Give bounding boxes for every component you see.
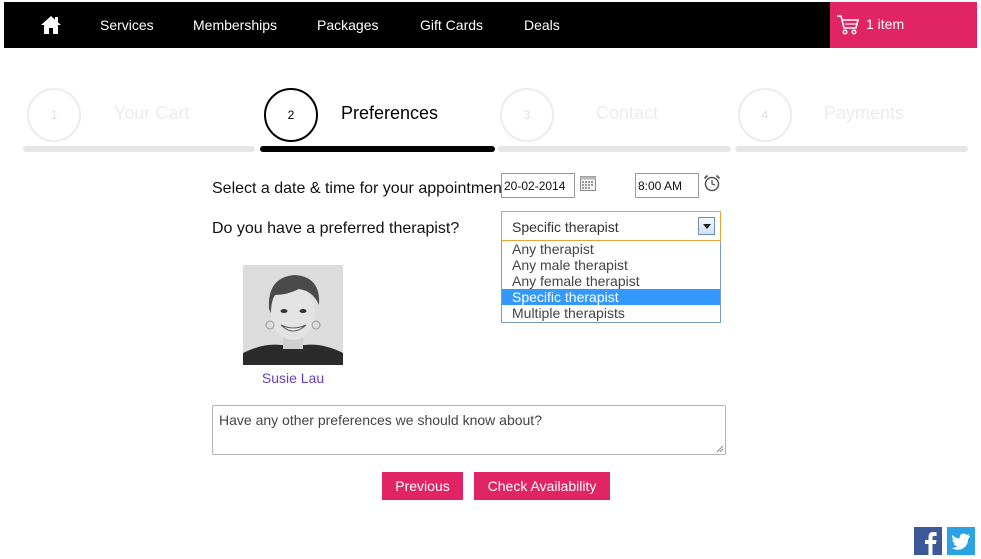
cart-count: 1 item bbox=[866, 16, 905, 32]
previous-button[interactable]: Previous bbox=[382, 472, 463, 500]
date-time-question: Select a date & time for your appointmen… bbox=[212, 180, 507, 197]
portrait-image bbox=[243, 265, 343, 365]
step-bar bbox=[260, 146, 495, 152]
facebook-icon[interactable] bbox=[914, 527, 942, 555]
step-contact: 3 Contact bbox=[498, 86, 731, 152]
check-availability-button[interactable]: Check Availability bbox=[474, 472, 610, 500]
therapist-name-link[interactable]: Susie Lau bbox=[243, 370, 343, 386]
option-specific-therapist[interactable]: Specific therapist bbox=[502, 289, 720, 305]
option-any-therapist[interactable]: Any therapist bbox=[502, 241, 720, 257]
option-any-male-therapist[interactable]: Any male therapist bbox=[502, 257, 720, 273]
step-label: Preferences bbox=[341, 103, 439, 123]
step-number: 4 bbox=[738, 88, 792, 142]
time-field[interactable] bbox=[635, 173, 699, 198]
therapist-select[interactable]: Specific therapist bbox=[501, 211, 721, 241]
nav-deals[interactable]: Deals bbox=[524, 17, 560, 33]
chevron-down-icon[interactable] bbox=[698, 217, 715, 235]
therapist-select-value: Specific therapist bbox=[512, 219, 619, 235]
step-bar bbox=[498, 146, 731, 152]
therapist-dropdown-list: Any therapist Any male therapist Any fem… bbox=[501, 241, 721, 323]
step-number: 1 bbox=[27, 88, 81, 142]
top-navigation: Services Memberships Packages Gift Cards… bbox=[4, 2, 977, 48]
twitter-icon[interactable] bbox=[947, 527, 975, 555]
alarm-clock-icon[interactable] bbox=[703, 174, 721, 192]
step-number: 2 bbox=[264, 88, 318, 142]
date-field[interactable] bbox=[501, 173, 575, 198]
nav-memberships[interactable]: Memberships bbox=[193, 17, 277, 33]
nav-packages[interactable]: Packages bbox=[317, 17, 378, 33]
option-any-female-therapist[interactable]: Any female therapist bbox=[502, 273, 720, 289]
option-multiple-therapists[interactable]: Multiple therapists bbox=[502, 305, 720, 321]
step-payments: 4 Payments bbox=[735, 86, 968, 152]
step-your-cart: 1 Your Cart bbox=[23, 86, 255, 152]
step-preferences: 2 Preferences bbox=[260, 86, 495, 152]
nav-gift-cards[interactable]: Gift Cards bbox=[420, 17, 483, 33]
home-icon[interactable] bbox=[40, 15, 62, 35]
therapist-photo[interactable] bbox=[243, 265, 343, 365]
step-label: Payments bbox=[824, 103, 905, 123]
step-label: Contact bbox=[596, 103, 659, 123]
preferences-textarea[interactable] bbox=[212, 405, 726, 455]
cart-button[interactable]: 1 item bbox=[830, 2, 977, 48]
cart-icon bbox=[837, 15, 860, 35]
step-bar bbox=[735, 146, 968, 152]
therapist-question: Do you have a preferred therapist? bbox=[212, 220, 460, 237]
nav-services[interactable]: Services bbox=[100, 17, 154, 33]
step-number: 3 bbox=[500, 88, 554, 142]
step-bar bbox=[23, 146, 255, 152]
step-label: Your Cart bbox=[114, 103, 190, 123]
calendar-icon[interactable] bbox=[580, 176, 596, 191]
